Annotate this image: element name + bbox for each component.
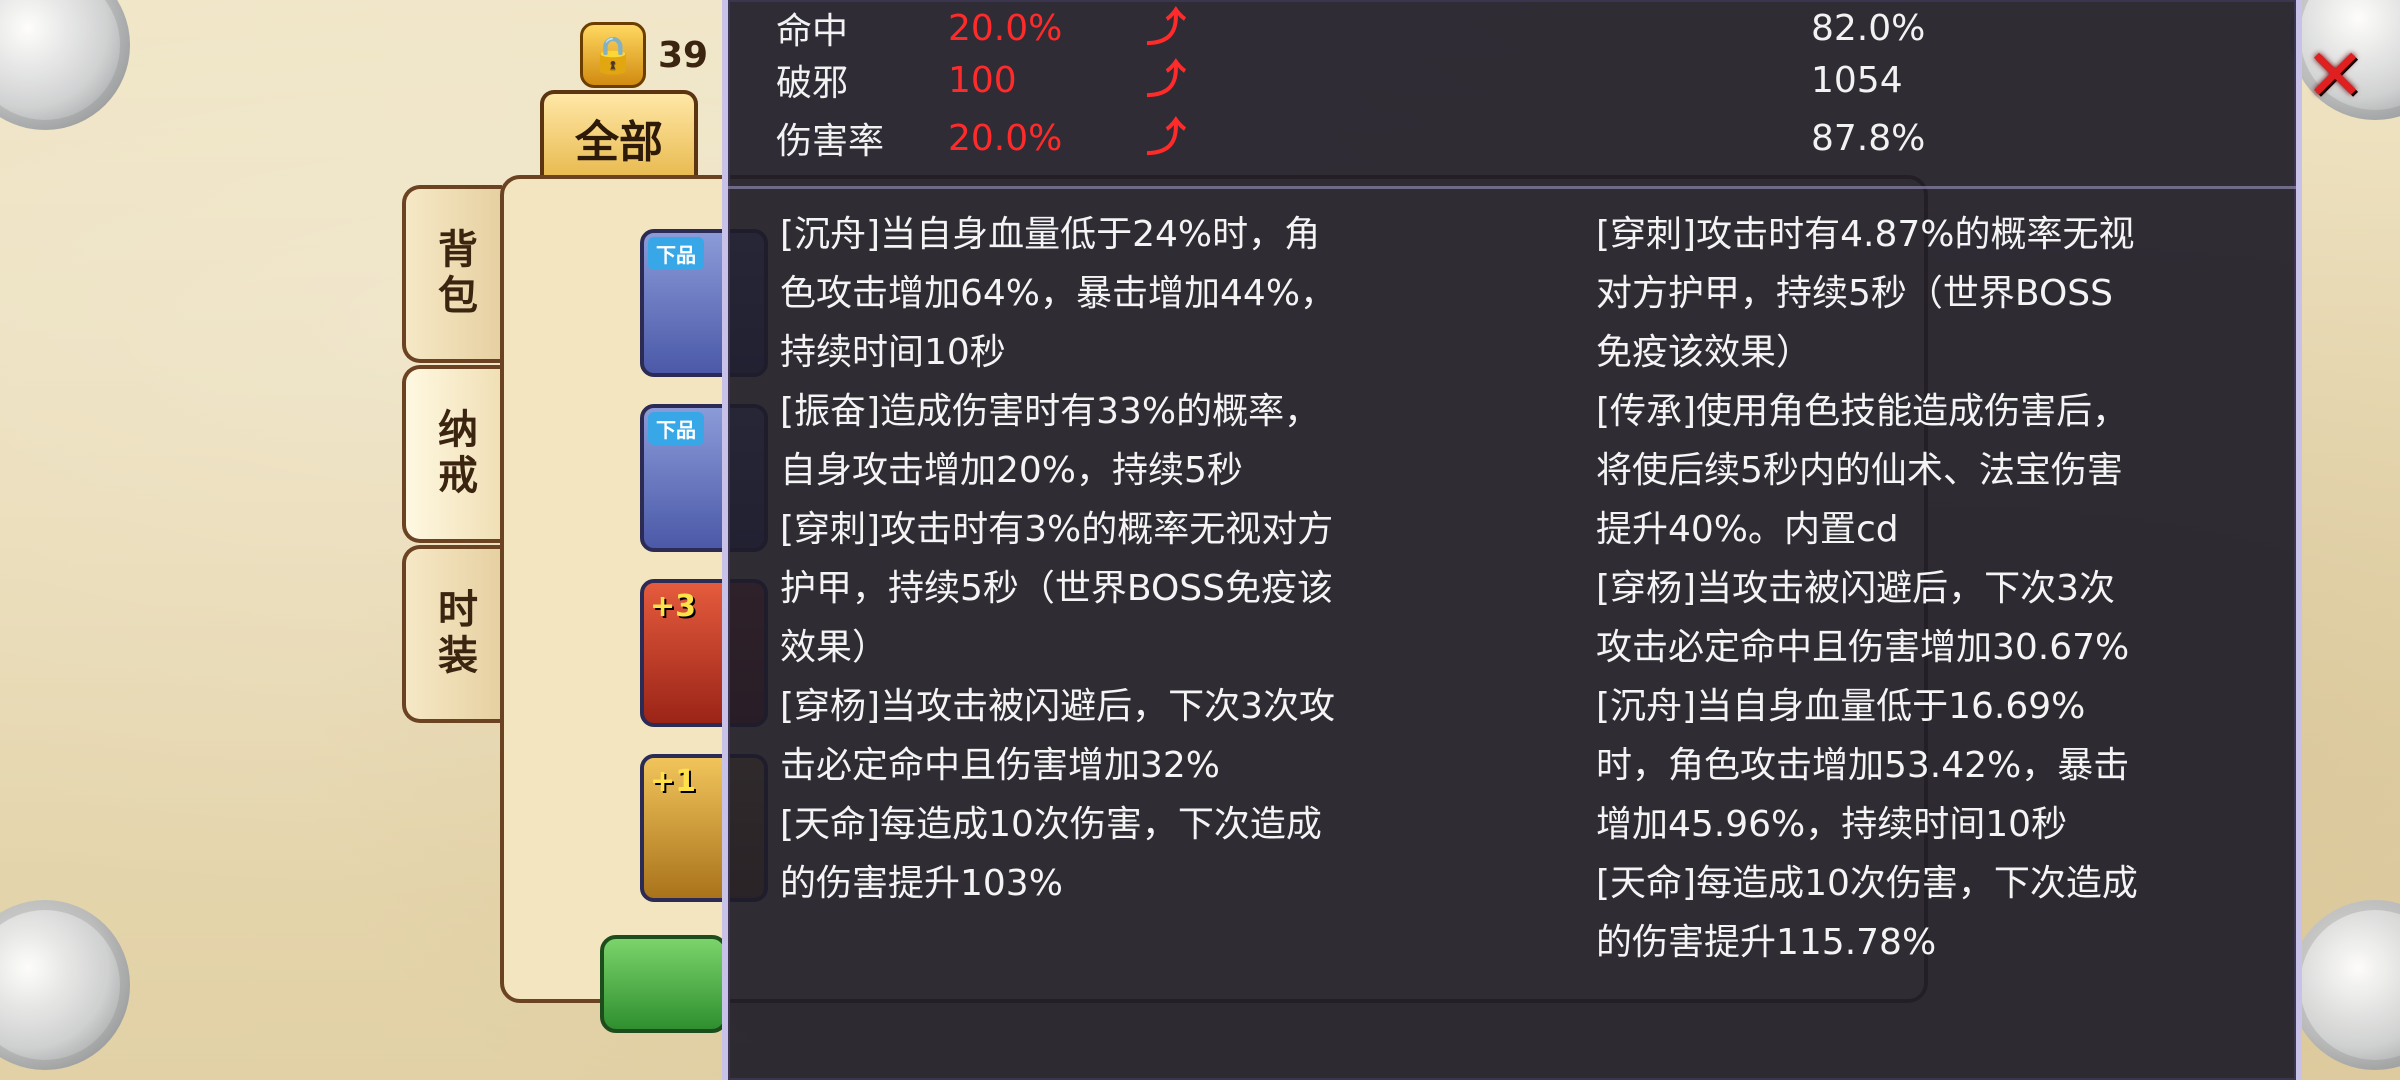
effect-entry: [穿刺]攻击时有3%的概率无视对方护甲，持续5秒（世界BOSS免疫该效果） (780, 509, 1334, 668)
stat-name: 命中 (776, 11, 849, 52)
side-tab-ring[interactable]: 纳戒 (402, 365, 502, 543)
effect-entry: [沉舟]当自身血量低于24%时，角色攻击增加64%，暴击增加44%，持续时间10… (780, 214, 1337, 373)
effect-entry: [振奋]造成伤害时有33%的概率，自身攻击增加20%，持续5秒 (780, 391, 1321, 491)
up-arrow-icon: ⤴ (1146, 57, 1186, 103)
effect-entry: [天命]每造成10次伤害，下次造成的伤害提升103% (780, 804, 1322, 904)
stat-comparison: 命中 20.0% ⤴ 82.0% 破邪 100 ⤴ 1054 伤害率 20.0%… (776, 0, 2236, 180)
close-button[interactable]: ✕ (2290, 30, 2380, 120)
stat-name: 破邪 (776, 63, 849, 104)
effect-entry: [沉舟]当自身血量低于16.69%时，角色攻击增加53.42%，暴击增加45.9… (1596, 686, 2130, 845)
effects-left-column: [沉舟]当自身血量低于24%时，角色攻击增加64%，暴击增加44%，持续时间10… (780, 205, 1340, 913)
side-tab-fashion[interactable]: 时装 (402, 545, 502, 723)
stat-current-value: 82.0% (1811, 7, 1926, 49)
effect-entry: [天命]每造成10次伤害，下次造成的伤害提升115.78% (1596, 863, 2138, 963)
enhance-badge: +1 (650, 764, 697, 799)
stat-current-value: 87.8% (1811, 117, 1926, 159)
grade-badge: 下品 (648, 412, 704, 445)
currency-row: 🔒 39 (580, 22, 708, 88)
close-icon: ✕ (2304, 33, 2366, 117)
gold-value: 39 (658, 34, 709, 76)
up-arrow-icon: ⤴ (1146, 115, 1186, 161)
item-detail-tooltip: 命中 20.0% ⤴ 82.0% 破邪 100 ⤴ 1054 伤害率 20.0%… (722, 0, 2302, 1080)
effect-entry: [传承]使用角色技能造成伤害后，将使后续5秒内的仙术、法宝伤害提升40%。内置c… (1596, 391, 2129, 550)
stat-name: 伤害率 (776, 121, 885, 162)
lock-icon: 🔒 (580, 22, 646, 88)
effect-entry: [穿刺]攻击时有4.87%的概率无视对方护甲，持续5秒（世界BOSS免疫该效果） (1596, 214, 2135, 373)
stat-bonus-value: 20.0% (948, 117, 1063, 159)
up-arrow-icon: ⤴ (1146, 5, 1186, 51)
stat-current-value: 1054 (1811, 59, 1903, 101)
divider (728, 186, 2296, 189)
stat-bonus-value: 20.0% (948, 7, 1063, 49)
bottom-action-button[interactable] (600, 935, 728, 1033)
side-tab-backpack[interactable]: 背包 (402, 185, 502, 363)
tab-all[interactable]: 全部 (540, 90, 698, 182)
effect-entry: [穿杨]当攻击被闪避后，下次3次攻击必定命中且伤害增加32% (780, 686, 1335, 786)
effect-entry: [穿杨]当攻击被闪避后，下次3次攻击必定命中且伤害增加30.67% (1596, 568, 2130, 668)
grade-badge: 下品 (648, 237, 704, 270)
enhance-badge: +3 (650, 589, 697, 624)
effects-right-column: [穿刺]攻击时有4.87%的概率无视对方护甲，持续5秒（世界BOSS免疫该效果）… (1596, 205, 2144, 972)
stat-bonus-value: 100 (948, 59, 1017, 101)
